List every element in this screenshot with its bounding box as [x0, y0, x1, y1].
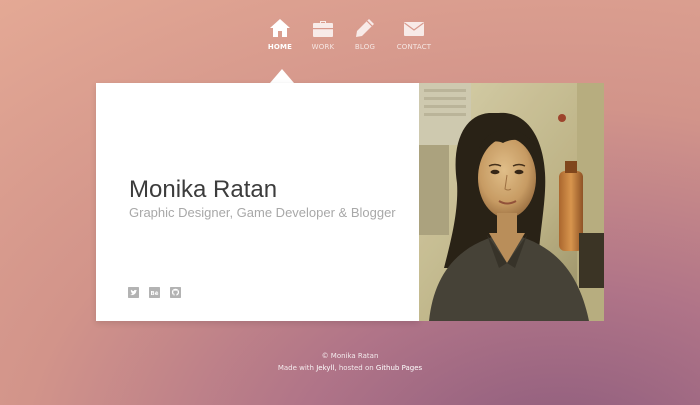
github-pages-link[interactable]: Github Pages	[376, 364, 422, 372]
footer-credits: Made with Jekyll, hosted on Github Pages	[0, 362, 700, 374]
profile-tagline: Graphic Designer, Game Developer & Blogg…	[129, 205, 396, 220]
jekyll-link[interactable]: Jekyll	[316, 364, 334, 372]
footer: © Monika Ratan Made with Jekyll, hosted …	[0, 350, 700, 374]
profile-card: Monika Ratan Graphic Designer, Game Deve…	[96, 83, 419, 321]
nav-contact[interactable]: CONTACT	[384, 18, 444, 51]
footer-hosted-on: , hosted on	[334, 364, 374, 372]
twitter-icon[interactable]	[128, 287, 139, 298]
active-nav-pointer	[270, 69, 294, 83]
behance-icon[interactable]: Bē	[149, 287, 160, 298]
github-icon[interactable]	[170, 287, 181, 298]
nav-contact-label: CONTACT	[396, 43, 432, 51]
home-icon	[269, 18, 291, 38]
pencil-icon	[354, 18, 376, 38]
envelope-icon	[403, 18, 425, 38]
footer-made-with: Made with	[277, 364, 314, 372]
profile-photo	[419, 83, 604, 321]
main-nav: HOME WORK BLOG CONTACT	[0, 18, 700, 58]
svg-text:Bē: Bē	[151, 291, 159, 297]
briefcase-icon	[312, 18, 334, 38]
footer-copyright: © Monika Ratan	[321, 352, 379, 360]
profile-name: Monika Ratan	[129, 176, 278, 203]
